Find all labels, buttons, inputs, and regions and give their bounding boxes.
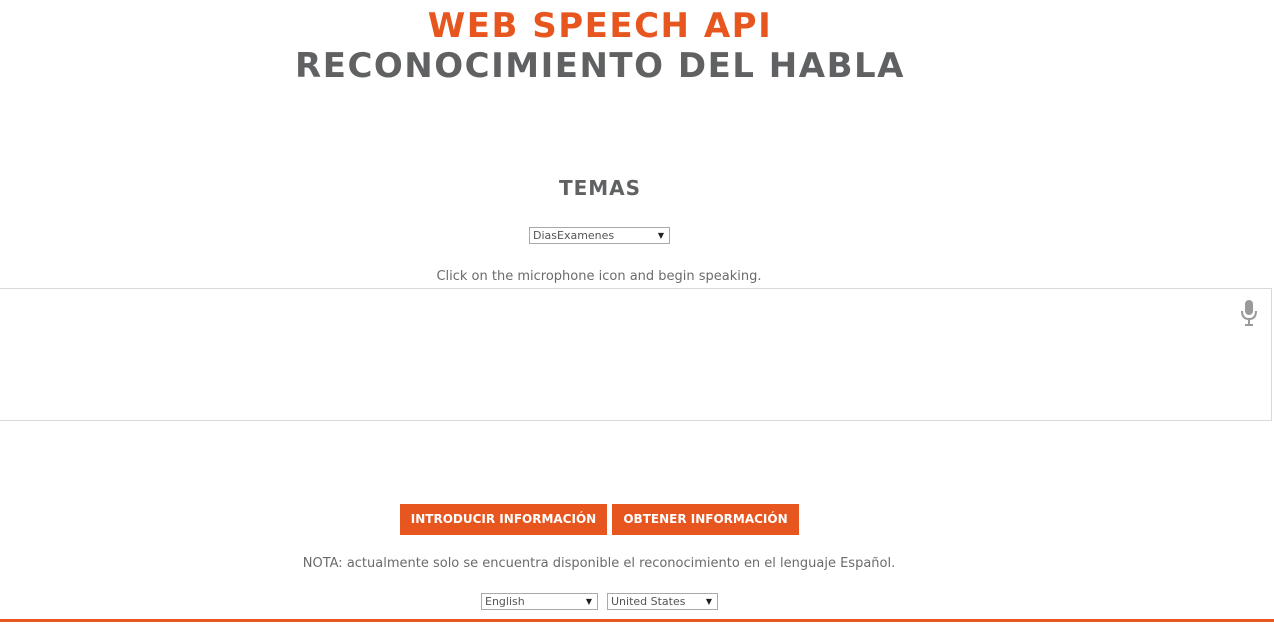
page-title-subtitle: RECONOCIMIENTO DEL HABLA (295, 46, 905, 86)
page: WEB SPEECH API RECONOCIMIENTO DEL HABLA … (0, 0, 1274, 624)
footer-divider (0, 619, 1274, 622)
obtain-info-button[interactable]: OBTENER INFORMACIÓN (612, 504, 799, 535)
page-title-api: WEB SPEECH API (427, 6, 773, 46)
dialect-select-value: United States (611, 595, 686, 608)
topic-select-value: DiasExamenes (533, 229, 615, 242)
topic-select[interactable]: DiasExamenes ▼ (529, 227, 670, 244)
introduce-info-button[interactable]: INTRODUCIR INFORMACIÓN (400, 504, 607, 535)
instructions-text: Click on the microphone icon and begin s… (436, 269, 762, 284)
transcript-area[interactable] (0, 288, 1272, 421)
dialect-select[interactable]: United States ▼ (607, 593, 718, 610)
language-select[interactable]: English ▼ (481, 593, 598, 610)
chevron-down-icon: ▼ (657, 231, 664, 240)
note-text: NOTA: actualmente solo se encuentra disp… (302, 556, 896, 571)
topics-heading: TEMAS (558, 176, 642, 200)
language-select-value: English (485, 595, 525, 608)
chevron-down-icon: ▼ (705, 597, 712, 606)
chevron-down-icon: ▼ (585, 597, 592, 606)
microphone-icon[interactable] (1239, 299, 1259, 327)
